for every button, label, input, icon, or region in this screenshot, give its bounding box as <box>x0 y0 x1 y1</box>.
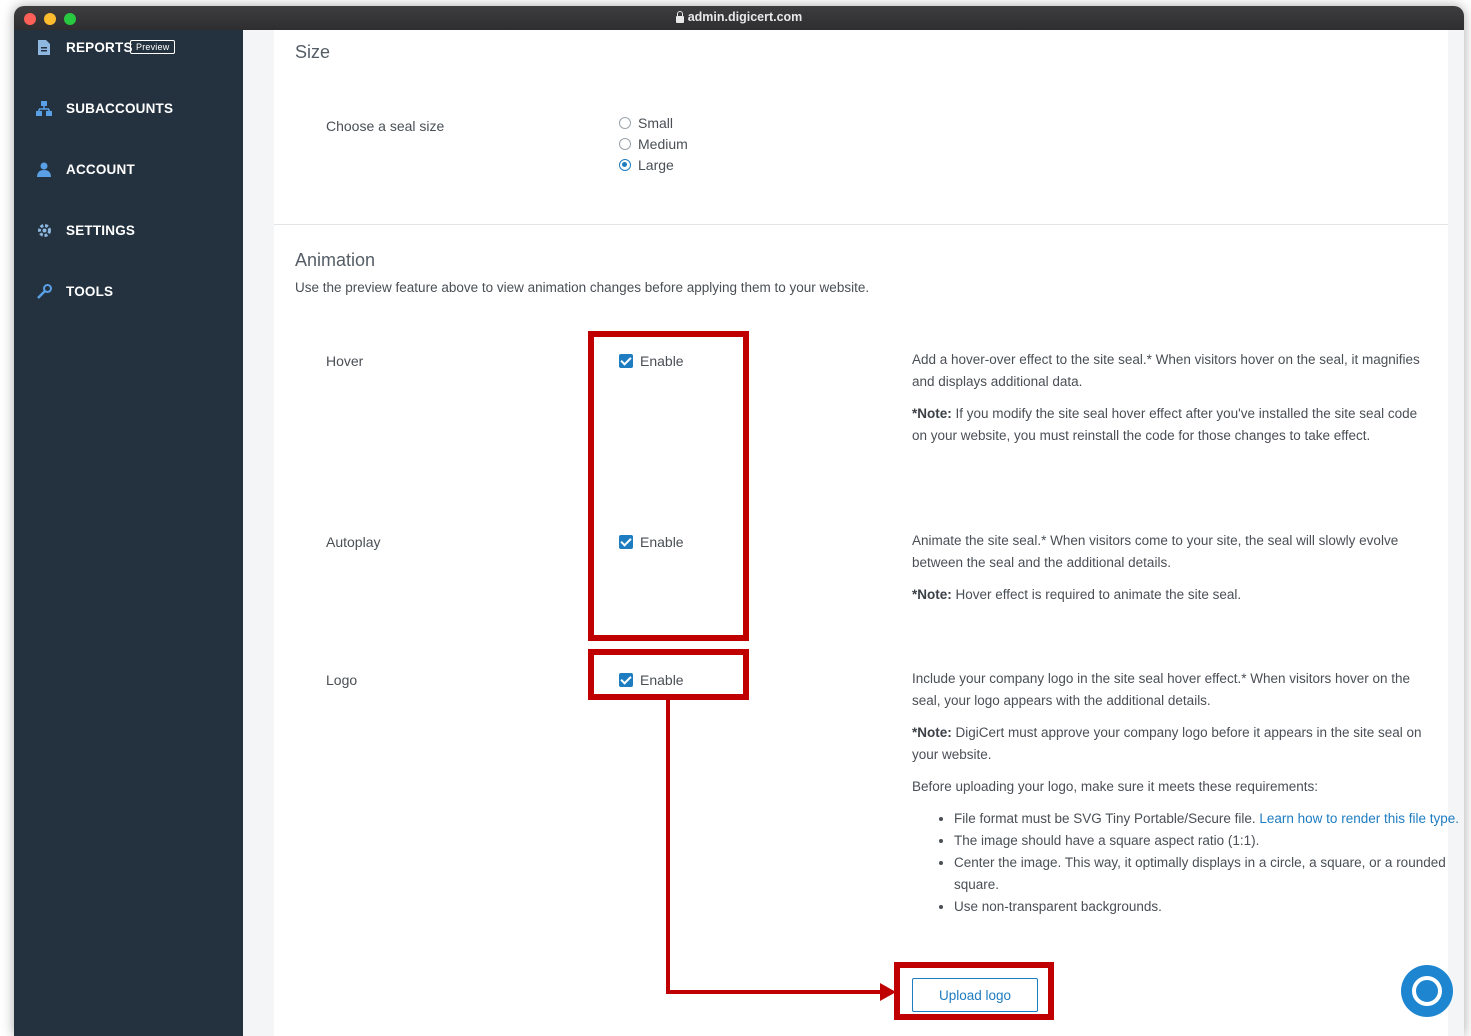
chat-support-icon[interactable] <box>1401 965 1453 1017</box>
annotation-arrow <box>666 700 896 1001</box>
